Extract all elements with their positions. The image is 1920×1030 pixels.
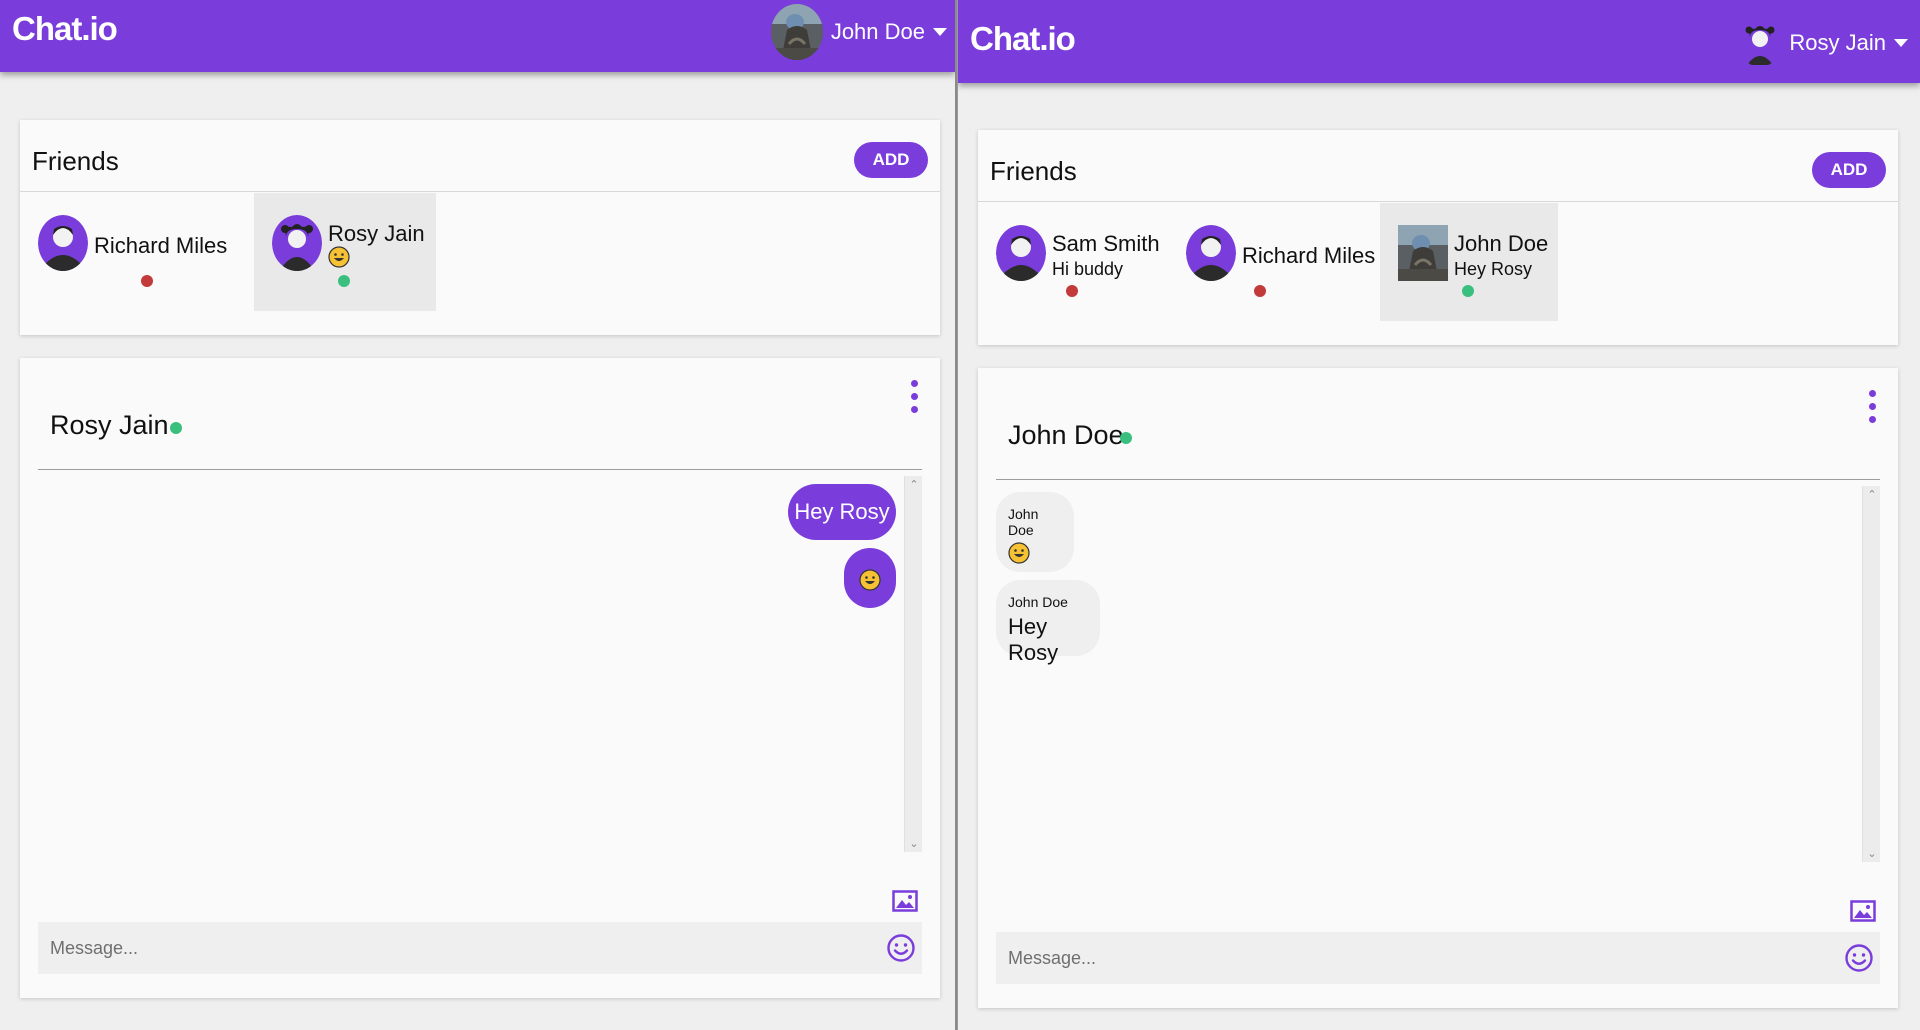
- message-input[interactable]: [996, 932, 1880, 984]
- incoming-message-bubble: John Doe Hey Rosy: [996, 580, 1100, 665]
- friend-name: Richard Miles: [94, 233, 228, 258]
- outgoing-message-bubble: [844, 548, 896, 608]
- grinning-face-emoji-icon: [859, 569, 881, 591]
- friend-item-sam-smith[interactable]: Sam Smith Hi buddy: [978, 203, 1168, 321]
- last-message-preview: Hi buddy: [1052, 259, 1124, 279]
- friend-name: Sam Smith: [1052, 231, 1160, 256]
- online-status-dot: [1462, 285, 1474, 297]
- online-status-dot: [170, 422, 182, 434]
- offline-status-dot: [1254, 285, 1266, 297]
- female-avatar-icon: [1739, 19, 1782, 67]
- left-browser-pane: Chat.io John Doe Friends ADD Richard Mil…: [0, 0, 955, 1030]
- chat-contact-name: John Doe: [1008, 420, 1124, 450]
- friend-item-richard-miles[interactable]: Richard Miles: [1168, 203, 1380, 321]
- grinning-face-emoji-icon: [328, 246, 350, 268]
- outgoing-message-bubble: Hey Rosy: [788, 484, 896, 540]
- user-menu[interactable]: John Doe: [770, 4, 947, 60]
- friend-item-rosy-jain[interactable]: Rosy Jain: [254, 193, 436, 311]
- brand-logo[interactable]: Chat.io: [12, 10, 118, 48]
- offline-status-dot: [1066, 285, 1078, 297]
- image-upload-icon[interactable]: [892, 890, 918, 912]
- message-input[interactable]: [38, 922, 922, 974]
- message-scrollbar[interactable]: ⌃ ⌄: [1862, 486, 1880, 862]
- add-friend-button[interactable]: ADD: [854, 142, 928, 178]
- brand-logo[interactable]: Chat.io: [970, 20, 1076, 58]
- friend-name: Richard Miles: [1242, 243, 1376, 268]
- chat-card: Rosy Jain Hey Rosy ⌃ ⌄: [20, 358, 940, 998]
- male-avatar-icon: [996, 225, 1046, 281]
- friend-item-john-doe[interactable]: John Doe Hey Rosy: [1380, 203, 1558, 321]
- current-user-name: John Doe: [830, 19, 925, 44]
- chat-header: John Doe: [996, 368, 1880, 480]
- friends-card: Friends ADD Sam Smith Hi buddy Richard M: [978, 130, 1898, 345]
- chevron-down-icon: [1894, 39, 1908, 47]
- friend-name: Rosy Jain: [328, 221, 425, 246]
- chat-contact-name: Rosy Jain: [50, 410, 169, 440]
- female-avatar-icon: [272, 215, 322, 271]
- friend-list: Richard Miles Rosy Jain: [20, 193, 436, 311]
- friends-title: Friends: [990, 156, 1077, 186]
- message-list: John Doe John Doe Hey Rosy ⌃ ⌄: [996, 486, 1880, 862]
- friends-card-header: Friends ADD: [978, 130, 1898, 202]
- message-composer: [38, 922, 922, 974]
- male-avatar-icon: [38, 215, 88, 271]
- right-browser-pane: Chat.io Rosy Jain Friends ADD Sam Smith …: [957, 0, 1920, 1030]
- friends-card: Friends ADD Richard Miles Rosy Jain: [20, 120, 940, 335]
- friend-list: Sam Smith Hi buddy Richard Miles John Do…: [978, 203, 1558, 321]
- friends-title: Friends: [32, 146, 119, 176]
- screen: Chat.io John Doe Friends ADD Richard Mil…: [0, 0, 1920, 1030]
- more-options-icon[interactable]: [908, 380, 920, 414]
- online-status-dot: [338, 275, 350, 287]
- online-status-dot: [1120, 432, 1132, 444]
- male-avatar-icon: [1186, 225, 1236, 281]
- image-upload-icon[interactable]: [1850, 900, 1876, 922]
- incoming-message-bubble: John Doe: [996, 492, 1074, 572]
- offline-status-dot: [141, 275, 153, 287]
- message-text: Hey Rosy: [1008, 614, 1059, 665]
- message-list: Hey Rosy ⌃ ⌄: [38, 476, 922, 852]
- photo-avatar-icon: [1398, 225, 1448, 281]
- chevron-down-icon: [933, 28, 947, 36]
- chat-header: Rosy Jain: [38, 358, 922, 470]
- app-bar: Chat.io John Doe: [0, 0, 955, 72]
- message-scrollbar[interactable]: ⌃ ⌄: [904, 476, 922, 852]
- grinning-face-emoji-icon: [1008, 542, 1030, 564]
- message-sender: John Doe: [1008, 594, 1068, 610]
- more-options-icon[interactable]: [1866, 390, 1878, 424]
- friends-card-header: Friends ADD: [20, 120, 940, 192]
- last-message-preview: [328, 245, 350, 268]
- emoji-picker-icon[interactable]: [1844, 943, 1874, 973]
- app-bar: Chat.io Rosy Jain: [958, 0, 1920, 83]
- chat-card: John Doe John Doe John Doe Hey Rosy ⌃ ⌄: [978, 368, 1898, 1008]
- current-user-name: Rosy Jain: [1789, 30, 1886, 55]
- user-menu[interactable]: Rosy Jain: [1739, 18, 1908, 68]
- message-composer: [996, 932, 1880, 984]
- photo-avatar-icon: [770, 4, 823, 60]
- friend-item-richard-miles[interactable]: Richard Miles: [20, 193, 234, 311]
- friend-name: John Doe: [1454, 231, 1549, 256]
- emoji-picker-icon[interactable]: [886, 933, 916, 963]
- add-friend-button[interactable]: ADD: [1812, 152, 1886, 188]
- message-sender: John Doe: [1008, 506, 1039, 538]
- last-message-preview: Hey Rosy: [1454, 259, 1533, 279]
